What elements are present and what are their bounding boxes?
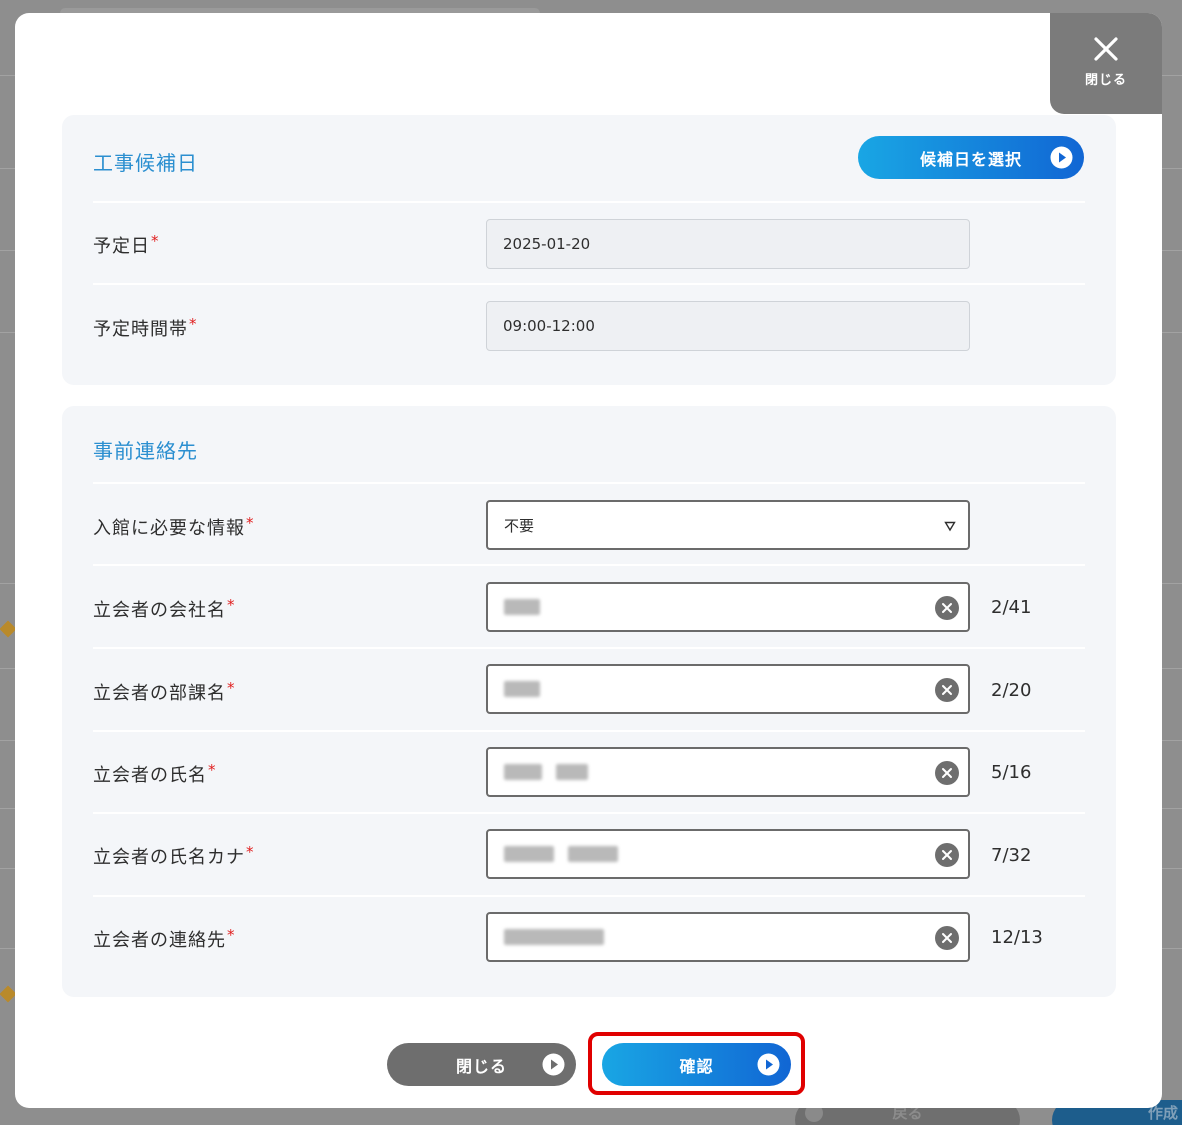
planned-time-value: 09:00-12:00 xyxy=(503,317,595,335)
redacted-chunk xyxy=(504,764,542,780)
attendee-name-kana-label: 立会者の氏名カナ* xyxy=(93,843,255,869)
redacted-value xyxy=(504,764,588,780)
clear-input-button[interactable] xyxy=(935,596,959,620)
clear-input-button[interactable] xyxy=(935,843,959,867)
play-circle-icon xyxy=(542,1053,565,1076)
required-mark: * xyxy=(189,315,198,333)
section-divider xyxy=(93,201,1085,203)
planned-time-label-text: 予定時間帯 xyxy=(93,319,188,340)
redacted-chunk xyxy=(504,929,604,945)
attendee-company-label: 立会者の会社名* xyxy=(93,596,236,622)
row-divider xyxy=(93,730,1085,732)
clear-input-button[interactable] xyxy=(935,926,959,950)
planned-date-value: 2025-01-20 xyxy=(503,235,591,253)
attendee-company-label-text: 立会者の会社名 xyxy=(93,600,226,621)
redacted-value xyxy=(504,929,604,945)
attendee-contact-label: 立会者の連絡先* xyxy=(93,926,236,952)
attendee-contact-input[interactable] xyxy=(486,912,970,962)
play-circle-icon xyxy=(757,1053,780,1076)
clear-circle-icon xyxy=(942,768,952,778)
bg-warning-icon xyxy=(0,985,17,1003)
planned-date-label: 予定日* xyxy=(93,232,160,258)
play-circle-icon xyxy=(1050,146,1073,169)
confirm-button-label: 確認 xyxy=(679,1056,714,1076)
close-button[interactable]: 閉じる xyxy=(387,1043,576,1086)
attendee-company-input[interactable] xyxy=(486,582,970,632)
clear-circle-icon xyxy=(942,685,952,695)
clear-input-button[interactable] xyxy=(935,761,959,785)
required-mark: * xyxy=(246,843,255,861)
planned-time-field: 09:00-12:00 xyxy=(486,301,970,351)
clear-circle-icon xyxy=(942,603,952,613)
close-tab-label: 閉じる xyxy=(1084,73,1127,88)
close-x-icon xyxy=(1094,37,1118,61)
clear-input-button[interactable] xyxy=(935,678,959,702)
entry-info-select[interactable]: 不要 xyxy=(486,500,970,550)
attendee-department-label: 立会者の部課名* xyxy=(93,679,236,705)
attendee-name-kana-label-text: 立会者の氏名カナ xyxy=(93,847,245,868)
modal-close-tab[interactable]: 閉じる xyxy=(1050,13,1162,114)
attendee-contact-label-text: 立会者の連絡先 xyxy=(93,930,226,951)
triangle-down-icon xyxy=(944,521,956,532)
entry-info-value: 不要 xyxy=(504,516,535,535)
planned-date-label-text: 予定日 xyxy=(93,236,150,257)
attendee-name-counter: 5/16 xyxy=(991,762,1032,783)
close-button-label: 閉じる xyxy=(455,1056,507,1076)
attendee-name-kana-input[interactable] xyxy=(486,829,970,879)
attendee-contact-counter: 12/13 xyxy=(991,927,1043,948)
clear-circle-icon xyxy=(942,933,952,943)
row-divider xyxy=(93,564,1085,566)
redacted-value xyxy=(504,599,540,615)
redacted-value xyxy=(504,846,618,862)
entry-info-label: 入館に必要な情報* xyxy=(93,514,255,540)
attendee-department-counter: 2/20 xyxy=(991,680,1032,701)
clear-circle-icon xyxy=(942,850,952,860)
contact-section-title: 事前連絡先 xyxy=(93,439,198,463)
confirm-button[interactable]: 確認 xyxy=(602,1043,791,1086)
schedule-section-title: 工事候補日 xyxy=(93,151,198,175)
row-divider xyxy=(93,283,1085,285)
attendee-name-kana-counter: 7/32 xyxy=(991,845,1032,866)
redacted-value xyxy=(504,681,540,697)
row-divider xyxy=(93,895,1085,897)
select-candidate-date-label: 候補日を選択 xyxy=(919,149,1022,169)
row-divider xyxy=(93,812,1085,814)
redacted-chunk xyxy=(504,846,554,862)
required-mark: * xyxy=(208,761,217,779)
attendee-department-input[interactable] xyxy=(486,664,970,714)
redacted-chunk xyxy=(504,599,540,615)
row-divider xyxy=(93,647,1085,649)
required-mark: * xyxy=(227,596,236,614)
attendee-name-label-text: 立会者の氏名 xyxy=(93,765,207,786)
contact-panel: 事前連絡先 入館に必要な情報* 不要 立会者の会社名* 2/41 立会者の部課名… xyxy=(62,406,1116,997)
attendee-department-label-text: 立会者の部課名 xyxy=(93,683,226,704)
redacted-chunk xyxy=(568,846,618,862)
planned-date-field: 2025-01-20 xyxy=(486,219,970,269)
entry-info-label-text: 入館に必要な情報 xyxy=(93,518,245,539)
bg-warning-icon xyxy=(0,620,17,638)
redacted-chunk xyxy=(504,681,540,697)
required-mark: * xyxy=(246,514,255,532)
select-candidate-date-button[interactable]: 候補日を選択 xyxy=(858,136,1084,179)
section-divider xyxy=(93,482,1085,484)
required-mark: * xyxy=(227,679,236,697)
planned-time-label: 予定時間帯* xyxy=(93,315,198,341)
redacted-chunk xyxy=(556,764,588,780)
attendee-company-counter: 2/41 xyxy=(991,597,1032,618)
attendee-name-input[interactable] xyxy=(486,747,970,797)
required-mark: * xyxy=(227,926,236,944)
required-mark: * xyxy=(151,232,160,250)
attendee-name-label: 立会者の氏名* xyxy=(93,761,217,787)
